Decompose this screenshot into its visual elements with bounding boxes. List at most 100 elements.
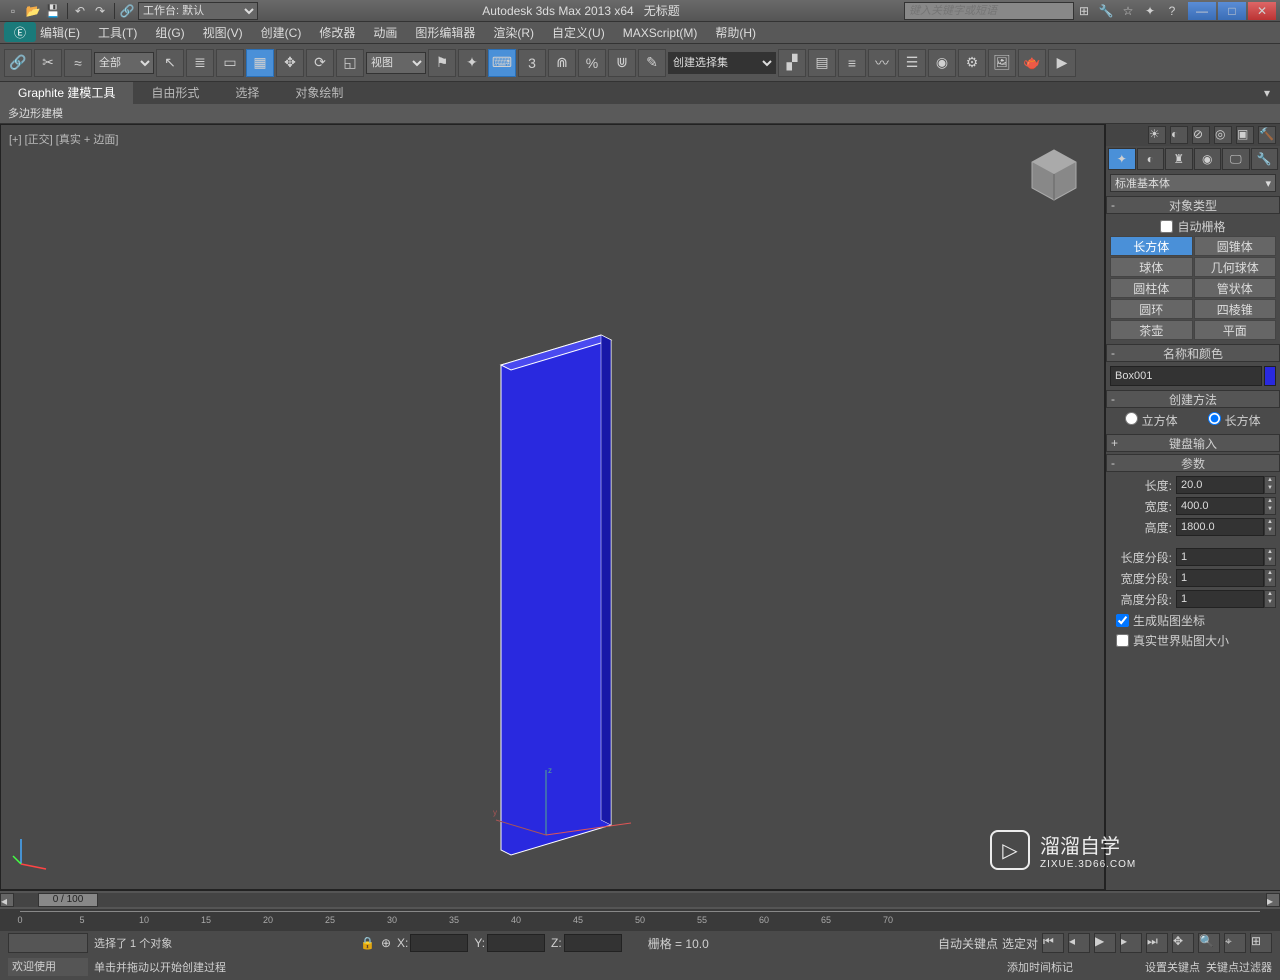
app-menu-button[interactable]: Ⓔ <box>4 22 36 42</box>
menu-modifiers[interactable]: 修改器 <box>319 24 355 41</box>
menu-grapheditors[interactable]: 图形编辑器 <box>415 24 475 41</box>
radio-box[interactable]: 长方体 <box>1208 412 1260 429</box>
render-icon[interactable]: 🫖 <box>1018 49 1046 77</box>
y-input[interactable] <box>487 934 545 952</box>
rollout-namecolor[interactable]: -名称和颜色 <box>1106 344 1280 362</box>
length-up[interactable]: ▲ <box>1265 477 1275 485</box>
rollout-objtype[interactable]: -对象类型 <box>1106 196 1280 214</box>
x-input[interactable] <box>410 934 468 952</box>
zoom-icon[interactable]: 🔍 <box>1198 933 1220 953</box>
keyfilter-button[interactable]: 关键点过滤器 <box>1206 959 1272 975</box>
help-icon[interactable]: ? <box>1162 3 1182 19</box>
btn-box[interactable]: 长方体 <box>1110 236 1193 256</box>
wseg-input[interactable] <box>1176 569 1264 587</box>
display-tab[interactable]: 🖵 <box>1222 148 1250 170</box>
window-crossing-icon[interactable]: ▦ <box>246 49 274 77</box>
ribbon-panel-label[interactable]: 多边形建模 <box>0 104 1280 124</box>
lock-icon[interactable]: 🔒 <box>360 936 375 950</box>
menu-view[interactable]: 视图(V) <box>203 24 243 41</box>
star2-icon[interactable]: ✦ <box>1140 3 1160 19</box>
disable-icon[interactable]: ⊘ <box>1192 126 1210 144</box>
btn-geosphere[interactable]: 几何球体 <box>1194 257 1277 277</box>
slider-left-icon[interactable]: ◂ <box>0 893 14 907</box>
btn-tube[interactable]: 管状体 <box>1194 278 1277 298</box>
radio-cube[interactable]: 立方体 <box>1125 412 1177 429</box>
fov-icon[interactable]: ⌖ <box>1224 933 1246 953</box>
btn-cone[interactable]: 圆锥体 <box>1194 236 1277 256</box>
rollout-kbinput[interactable]: +键盘输入 <box>1106 434 1280 452</box>
view-cube[interactable] <box>1024 145 1084 205</box>
wseg-dn[interactable]: ▼ <box>1265 578 1275 586</box>
timeline-ruler[interactable]: 0 5 10 15 20 25 30 35 40 45 50 55 60 65 … <box>0 909 1280 931</box>
search-input[interactable] <box>904 2 1074 20</box>
hseg-up[interactable]: ▲ <box>1265 591 1275 599</box>
time-thumb[interactable]: 0 / 100 <box>38 893 98 907</box>
scale-icon[interactable]: ◱ <box>336 49 364 77</box>
snap-toggle-icon[interactable]: 3 <box>518 49 546 77</box>
viewport[interactable]: [+] [正交] [真实 + 边面] z y <box>0 124 1105 890</box>
maximize-button[interactable]: □ <box>1218 2 1246 20</box>
star-icon[interactable]: ☆ <box>1118 3 1138 19</box>
height-up[interactable]: ▲ <box>1265 519 1275 527</box>
box-object[interactable]: z y <box>491 325 631 875</box>
object-name-input[interactable] <box>1110 366 1262 386</box>
render-prod-icon[interactable]: ▶ <box>1048 49 1076 77</box>
material-icon[interactable]: ◉ <box>928 49 956 77</box>
v1-icon[interactable]: ◎ <box>1214 126 1232 144</box>
z-input[interactable] <box>564 934 622 952</box>
hierarchy-tab[interactable]: ♜ <box>1165 148 1193 170</box>
rollout-params[interactable]: -参数 <box>1106 454 1280 472</box>
minimize-button[interactable]: — <box>1188 2 1216 20</box>
menu-create[interactable]: 创建(C) <box>261 24 302 41</box>
undo-icon[interactable]: ↶ <box>71 3 89 19</box>
save-icon[interactable]: 💾 <box>44 3 62 19</box>
menu-rendering[interactable]: 渲染(R) <box>493 24 534 41</box>
manip-icon[interactable]: ✦ <box>458 49 486 77</box>
width-dn[interactable]: ▼ <box>1265 506 1275 514</box>
goto-end-icon[interactable]: ⏭ <box>1146 933 1168 953</box>
layers-icon[interactable]: ≡ <box>838 49 866 77</box>
kbd-shortcut-icon[interactable]: ⌨ <box>488 49 516 77</box>
category-dropdown[interactable]: 标准基本体▾ <box>1110 174 1276 192</box>
menu-tools[interactable]: 工具(T) <box>98 24 137 41</box>
open-icon[interactable]: 📂 <box>24 3 42 19</box>
percent-snap-icon[interactable]: % <box>578 49 606 77</box>
autogrid-checkbox[interactable] <box>1160 220 1173 233</box>
menu-edit[interactable]: 编辑(E) <box>40 24 80 41</box>
length-dn[interactable]: ▼ <box>1265 485 1275 493</box>
new-icon[interactable]: ▫ <box>4 3 22 19</box>
prev-frame-icon[interactable]: ◂ <box>1068 933 1090 953</box>
genmap-checkbox[interactable] <box>1116 614 1129 627</box>
adaptive-icon[interactable]: ◐ <box>1170 126 1188 144</box>
hseg-dn[interactable]: ▼ <box>1265 599 1275 607</box>
lseg-dn[interactable]: ▼ <box>1265 557 1275 565</box>
width-up[interactable]: ▲ <box>1265 498 1275 506</box>
setkey-button[interactable]: 设置关键点 <box>1145 959 1200 975</box>
select-name-icon[interactable]: ≣ <box>186 49 214 77</box>
render-setup-icon[interactable]: ⚙ <box>958 49 986 77</box>
ribbon-expand-icon[interactable]: ▾ <box>1264 86 1280 100</box>
ribbon-tab-graphite[interactable]: Graphite 建模工具 <box>0 82 133 104</box>
slider-right-icon[interactable]: ▸ <box>1266 893 1280 907</box>
pan-icon[interactable]: ✥ <box>1172 933 1194 953</box>
rollout-createmethod[interactable]: -创建方法 <box>1106 390 1280 408</box>
hseg-input[interactable] <box>1176 590 1264 608</box>
btn-pyramid[interactable]: 四棱锥 <box>1194 299 1277 319</box>
modify-tab[interactable]: ◐ <box>1137 148 1165 170</box>
menu-customize[interactable]: 自定义(U) <box>552 24 605 41</box>
select-link-icon[interactable]: 🔗 <box>4 49 32 77</box>
region-rect-icon[interactable]: ▭ <box>216 49 244 77</box>
bind-icon[interactable]: ≈ <box>64 49 92 77</box>
angle-snap-icon[interactable]: ⋒ <box>548 49 576 77</box>
abs-rel-icon[interactable]: ⊕ <box>381 936 391 950</box>
redo-icon[interactable]: ↷ <box>91 3 109 19</box>
curve-editor-icon[interactable]: 〰 <box>868 49 896 77</box>
selkey-button[interactable]: 选定对 <box>1002 935 1038 952</box>
utilities-tab[interactable]: 🔧 <box>1251 148 1279 170</box>
max-viewport-icon[interactable]: ⊞ <box>1250 933 1272 953</box>
create-tab[interactable]: ✦ <box>1108 148 1136 170</box>
close-button[interactable]: ✕ <box>1248 2 1276 20</box>
selection-filter[interactable]: 全部 <box>94 52 154 74</box>
spinner-snap-icon[interactable]: ⋓ <box>608 49 636 77</box>
mirror-icon[interactable]: ▞ <box>778 49 806 77</box>
